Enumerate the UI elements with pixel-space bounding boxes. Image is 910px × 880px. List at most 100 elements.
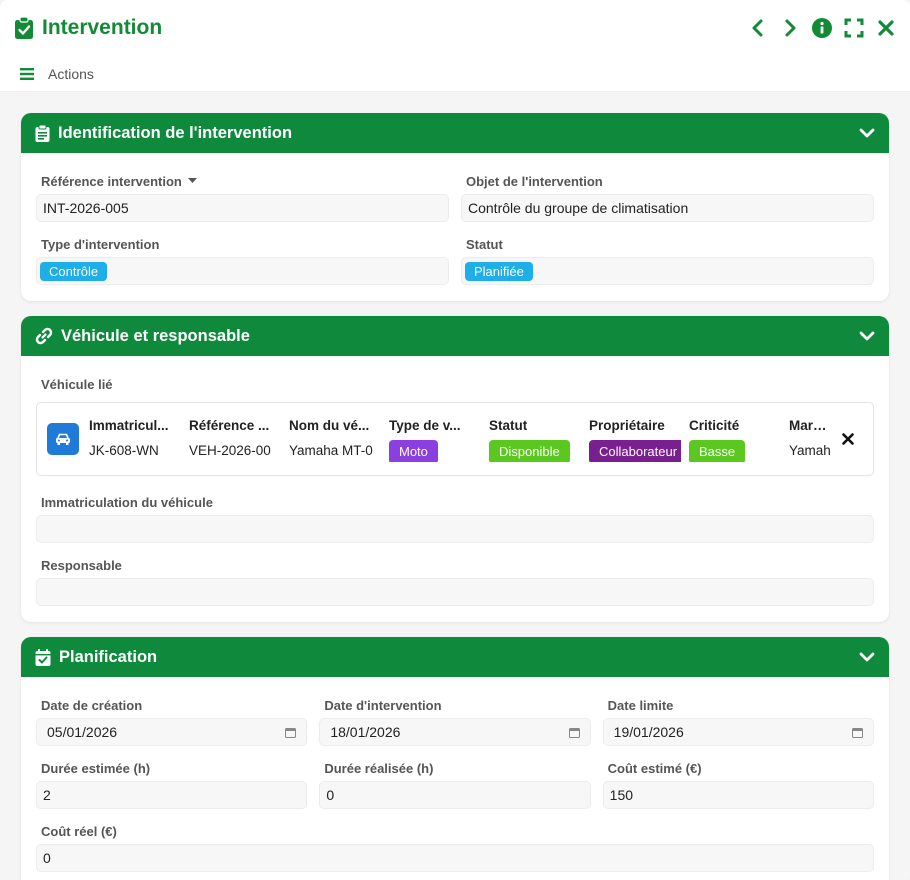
remove-vehicle-button[interactable] (833, 433, 863, 445)
vehicle-value-marque: Yamaha (789, 443, 831, 458)
identification-section-header[interactable]: Identification de l'intervention (21, 113, 889, 153)
calendar-icon[interactable] (852, 727, 863, 738)
actions-bar: Actions (0, 56, 910, 92)
vehicle-col-criticite: Criticité Basse (689, 416, 789, 462)
planification-section: Planification Date de création 05/01/202… (21, 637, 889, 880)
date-intervention-label: Date d'intervention (324, 697, 442, 713)
reference-field: Référence intervention INT-2026-005 (36, 173, 449, 222)
immatriculation-label: Immatriculation du véhicule (41, 494, 213, 510)
immatriculation-field: Immatriculation du véhicule (36, 494, 874, 543)
vehicle-value-immatriculation: JK-608-WN (89, 443, 159, 458)
cout-reel-input[interactable]: 0 (36, 844, 874, 872)
vehicle-col-statut: Statut Disponible (489, 416, 589, 462)
duree-realisee-field: Durée réalisée (h) 0 (319, 760, 591, 809)
vehicle-col-type: Type de v... Moto (389, 416, 489, 462)
date-intervention-field: Date d'intervention 18/01/2026 (319, 697, 591, 746)
identification-section-title: Identification de l'intervention (58, 123, 293, 142)
date-creation-value: 05/01/2026 (47, 724, 118, 740)
statut-select[interactable]: Planifiée (461, 257, 874, 285)
window-title: Intervention (42, 16, 163, 39)
vehicle-header-marque: Marque (789, 418, 831, 433)
planification-section-header[interactable]: Planification (21, 637, 889, 677)
fullscreen-button[interactable] (844, 18, 864, 38)
type-select[interactable]: Contrôle (36, 257, 449, 285)
type-tag: Contrôle (40, 261, 108, 281)
vehicle-header-criticite: Criticité (689, 418, 740, 433)
cout-estime-input[interactable]: 150 (602, 781, 874, 809)
next-button[interactable] (780, 18, 800, 38)
duree-estimee-input[interactable]: 2 (36, 781, 308, 809)
date-creation-label: Date de création (41, 697, 143, 713)
calendar-check-icon (35, 648, 51, 666)
responsable-input[interactable] (36, 578, 874, 606)
clipboard-check-icon (15, 17, 33, 39)
calendar-icon[interactable] (568, 727, 580, 738)
vehicle-col-reference: Référence ... VEH-2026-00 (189, 416, 289, 462)
vehicle-value-reference: VEH-2026-00 (189, 443, 271, 458)
cout-estime-label: Coût estimé (€) (607, 760, 702, 776)
vehicle-col-nom: Nom du vé... Yamaha MT-0 (289, 416, 389, 462)
objet-label: Objet de l'intervention (466, 173, 603, 189)
intervention-window: Intervention Actions Identification de l… (0, 0, 910, 880)
chevron-down-icon[interactable] (859, 651, 875, 663)
vehicule-lie-label: Véhicule lié (41, 376, 113, 392)
identification-section: Identification de l'intervention Référen… (21, 113, 889, 301)
chevron-down-icon[interactable] (859, 127, 875, 139)
statut-label: Statut (466, 236, 503, 252)
date-creation-field: Date de création 05/01/2026 (36, 697, 308, 746)
duree-estimee-label: Durée estimée (h) (41, 760, 151, 776)
date-limite-field: Date limite 19/01/2026 (602, 697, 874, 746)
type-label: Type d'intervention (41, 236, 160, 252)
vehicle-header-statut: Statut (489, 418, 528, 433)
info-icon (812, 18, 832, 38)
responsable-label: Responsable (41, 557, 122, 573)
info-button[interactable] (812, 18, 832, 38)
date-limite-input[interactable]: 19/01/2026 (602, 718, 874, 746)
immatriculation-input[interactable] (36, 515, 874, 543)
type-field: Type d'intervention Contrôle (36, 236, 449, 285)
duree-realisee-label: Durée réalisée (h) (324, 760, 434, 776)
window-title-group: Intervention (14, 16, 162, 40)
chevron-right-icon (785, 19, 796, 37)
date-creation-input[interactable]: 05/01/2026 (36, 718, 308, 746)
title-bar: Intervention (0, 0, 910, 56)
close-button[interactable] (876, 18, 896, 38)
previous-button[interactable] (748, 18, 768, 38)
clipboard-list-icon (35, 124, 50, 142)
vehicle-header-reference: Référence ... (189, 418, 270, 433)
actions-menu-button[interactable]: Actions (48, 66, 94, 82)
vehicle-header-type: Type de v... (389, 418, 461, 433)
chevron-down-icon[interactable] (859, 330, 875, 342)
responsable-field: Responsable (36, 557, 874, 606)
vehicle-col-immatriculation: Immatricul... JK-608-WN (89, 416, 189, 462)
window-controls (748, 18, 896, 38)
calendar-icon[interactable] (285, 727, 297, 738)
objet-input[interactable]: Contrôle du groupe de climatisation (461, 194, 874, 222)
vehicle-columns: Immatricul... JK-608-WN Référence ... VE… (89, 416, 833, 462)
vehicle-criticite-tag: Basse (689, 440, 746, 462)
reference-input[interactable]: INT-2026-005 (36, 194, 449, 222)
cout-reel-field: Coût réel (€) 0 (36, 823, 874, 872)
vehicle-value-nom: Yamaha MT-0 (289, 443, 373, 458)
statut-tag: Planifiée (465, 261, 533, 281)
objet-field: Objet de l'intervention Contrôle du grou… (461, 173, 874, 222)
cout-estime-field: Coût estimé (€) 150 (602, 760, 874, 809)
date-intervention-input[interactable]: 18/01/2026 (319, 718, 591, 746)
caret-down-icon[interactable] (187, 178, 197, 184)
vehicle-proprietaire-tag: Collaborateur (589, 440, 681, 462)
vehicule-section-title: Véhicule et responsable (61, 326, 250, 345)
cout-reel-label: Coût réel (€) (41, 823, 117, 839)
duree-estimee-field: Durée estimée (h) 2 (36, 760, 308, 809)
vehicle-header-nom: Nom du vé... (289, 418, 370, 433)
linked-vehicle-card[interactable]: Immatricul... JK-608-WN Référence ... VE… (36, 402, 874, 476)
vehicle-header-proprietaire: Propriétaire (589, 418, 665, 433)
vehicule-section-header[interactable]: Véhicule et responsable (21, 316, 889, 356)
hamburger-menu-icon[interactable] (20, 67, 34, 80)
duree-realisee-input[interactable]: 0 (319, 781, 591, 809)
vehicle-header-immatriculation: Immatricul... (89, 418, 169, 433)
close-icon (842, 433, 854, 445)
expand-icon (844, 18, 864, 38)
vehicule-section: Véhicule et responsable Véhicule lié Imm… (21, 316, 889, 622)
close-icon (878, 20, 894, 36)
date-limite-label: Date limite (607, 697, 674, 713)
